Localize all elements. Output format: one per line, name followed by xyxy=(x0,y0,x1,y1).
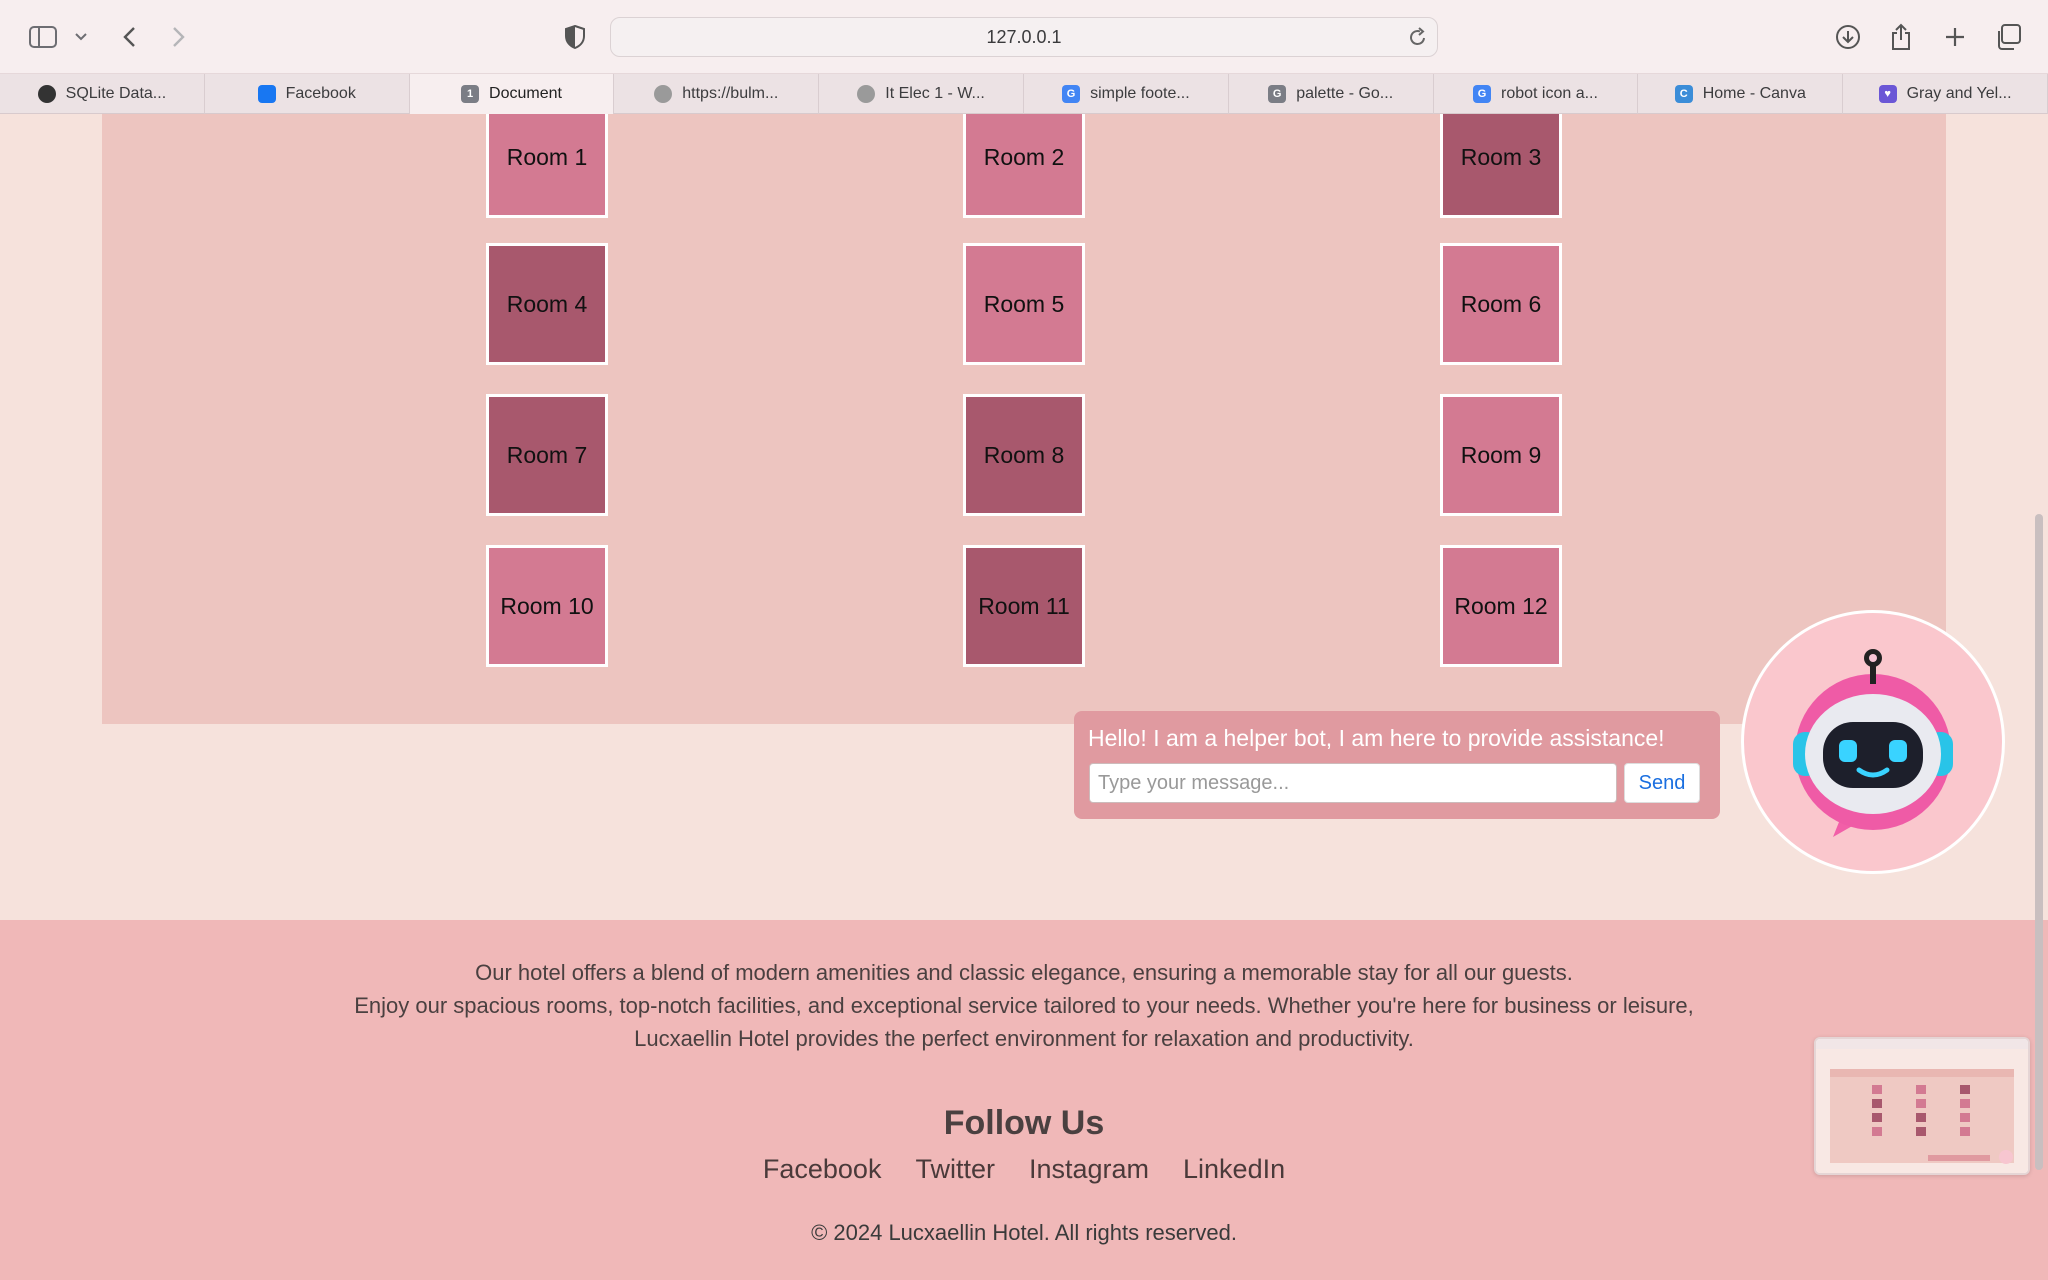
room-card-7[interactable]: Room 7 xyxy=(486,394,608,516)
about-text: Our hotel offers a blend of modern ameni… xyxy=(0,956,2048,1055)
tab-label: Home - Canva xyxy=(1702,85,1806,102)
thumbnail-room xyxy=(1960,1099,1970,1108)
about-line: Lucxaellin Hotel provides the perfect en… xyxy=(634,1026,1414,1051)
chevron-down-icon[interactable] xyxy=(74,22,88,52)
tab-label: It Elec 1 - W... xyxy=(885,85,985,102)
thumbnail-room xyxy=(1960,1127,1970,1136)
privacy-shield-icon[interactable] xyxy=(563,22,587,52)
chat-input-placeholder: Type your message... xyxy=(1098,771,1290,794)
room-card-12[interactable]: Room 12 xyxy=(1440,545,1562,667)
follow-us-heading: Follow Us xyxy=(943,1104,1105,1142)
tab-label: SQLite Data... xyxy=(65,85,167,102)
footer: Our hotel offers a blend of modern ameni… xyxy=(0,920,2048,1280)
tab-6[interactable]: Gsimple foote... xyxy=(1024,74,1229,114)
google-icon: G xyxy=(1062,85,1081,103)
tab-label: https://bulm... xyxy=(682,85,779,102)
globe-icon xyxy=(654,85,673,103)
heart-icon: ♥ xyxy=(1878,85,1897,103)
document-icon: 1 xyxy=(461,85,480,103)
google-icon: G xyxy=(1473,85,1491,103)
room-card-10[interactable]: Room 10 xyxy=(486,545,608,667)
tab-8[interactable]: Grobot icon a... xyxy=(1434,74,1639,114)
thumbnail-room xyxy=(1916,1085,1926,1094)
forward-icon[interactable] xyxy=(168,22,190,52)
social-link-facebook[interactable]: Facebook xyxy=(763,1154,882,1185)
tab-4[interactable]: https://bulm... xyxy=(614,74,820,114)
social-link-twitter[interactable]: Twitter xyxy=(915,1154,995,1185)
tab-3[interactable]: 1 Document xyxy=(409,74,615,114)
download-icon[interactable] xyxy=(1835,22,1861,52)
page-scrollbar[interactable] xyxy=(2035,514,2043,1170)
thumbnail-room xyxy=(1872,1085,1882,1094)
room-list-panel: Room 1 Room 2 Room 3 Room 4 Room 5 Room 6 Room… xyxy=(102,114,1946,724)
room-card-5[interactable]: Room 5 xyxy=(963,243,1085,365)
tab-label: palette - Go... xyxy=(1296,85,1394,102)
room-card-9[interactable]: Room 9 xyxy=(1440,394,1562,516)
send-button[interactable]: Send xyxy=(1624,763,1700,803)
openai-icon xyxy=(37,85,56,103)
chat-message: Hello! I am a helper bot, I am here to p… xyxy=(1088,725,1665,751)
room-card-6[interactable]: Room 6 xyxy=(1440,243,1562,365)
thumbnail-room xyxy=(1916,1099,1926,1108)
sidebar-toggle-icon[interactable] xyxy=(28,22,58,52)
room-card-1[interactable]: Room 1 xyxy=(486,114,608,218)
chat-input[interactable]: Type your message... xyxy=(1089,763,1617,803)
tab-7[interactable]: Gpalette - Go... xyxy=(1229,74,1434,114)
thumbnail-room xyxy=(1872,1127,1882,1136)
new-tab-icon[interactable] xyxy=(1943,22,1967,52)
screenshot-thumbnail[interactable] xyxy=(1814,1037,2030,1175)
tab-label: robot icon a... xyxy=(1501,85,1598,102)
about-line: Enjoy our spacious rooms, top-notch faci… xyxy=(354,993,1694,1018)
social-link-instagram[interactable]: Instagram xyxy=(1029,1154,1149,1185)
page-content: Room 1 Room 2 Room 3 Room 4 Room 5 Room 6 Room… xyxy=(0,114,2048,1280)
thumbnail-room xyxy=(1872,1099,1882,1108)
chat-widget: Hello! I am a helper bot, I am here to p… xyxy=(1074,711,1720,819)
room-card-4[interactable]: Room 4 xyxy=(486,243,608,365)
tab-2[interactable]: Facebook xyxy=(205,74,410,114)
thumbnail-room xyxy=(1872,1113,1882,1122)
robot-icon[interactable] xyxy=(1741,610,2005,874)
document-icon: G xyxy=(1268,85,1287,103)
tab-label: Facebook xyxy=(285,85,356,102)
room-card-8[interactable]: Room 8 xyxy=(963,394,1085,516)
thumbnail-room xyxy=(1960,1113,1970,1122)
url-text: 127.0.0.1 xyxy=(986,26,1062,47)
room-card-11[interactable]: Room 11 xyxy=(963,545,1085,667)
thumbnail-room xyxy=(1916,1127,1926,1136)
browser-toolbar: 127.0.0.1 xyxy=(0,0,2048,74)
facebook-icon xyxy=(257,85,276,103)
tab-5[interactable]: It Elec 1 - W... xyxy=(819,74,1024,114)
room-card-2[interactable]: Room 2 xyxy=(963,114,1085,218)
reload-icon[interactable] xyxy=(1409,27,1427,52)
social-link-linkedin[interactable]: LinkedIn xyxy=(1183,1154,1285,1185)
about-line: Our hotel offers a blend of modern ameni… xyxy=(475,960,1573,985)
tab-label: simple foote... xyxy=(1090,85,1190,102)
copyright-text: © 2024 Lucxaellin Hotel. All rights rese… xyxy=(811,1220,1237,1245)
share-icon[interactable] xyxy=(1889,22,1913,52)
globe-icon xyxy=(857,85,876,103)
tab-overview-icon[interactable] xyxy=(1994,22,2022,52)
social-links: Facebook Twitter Instagram LinkedIn xyxy=(0,1154,2048,1185)
tab-9[interactable]: C Home - Canva xyxy=(1638,74,1844,114)
thumbnail-room xyxy=(1960,1085,1970,1094)
room-card-3[interactable]: Room 3 xyxy=(1440,114,1562,218)
tab-label: Document xyxy=(489,85,562,102)
address-bar[interactable]: 127.0.0.1 xyxy=(610,17,1438,57)
thumbnail-room xyxy=(1916,1113,1926,1122)
back-icon[interactable] xyxy=(118,22,140,52)
tab-strip: SQLite Data... Facebook 1 Document https://b… xyxy=(0,74,2048,114)
tab-label: Gray and Yel... xyxy=(1906,85,2012,102)
tab-10[interactable]: ♥ Gray and Yel... xyxy=(1843,74,2048,114)
canva-icon: C xyxy=(1674,85,1693,103)
tab-1[interactable]: SQLite Data... xyxy=(0,74,205,114)
